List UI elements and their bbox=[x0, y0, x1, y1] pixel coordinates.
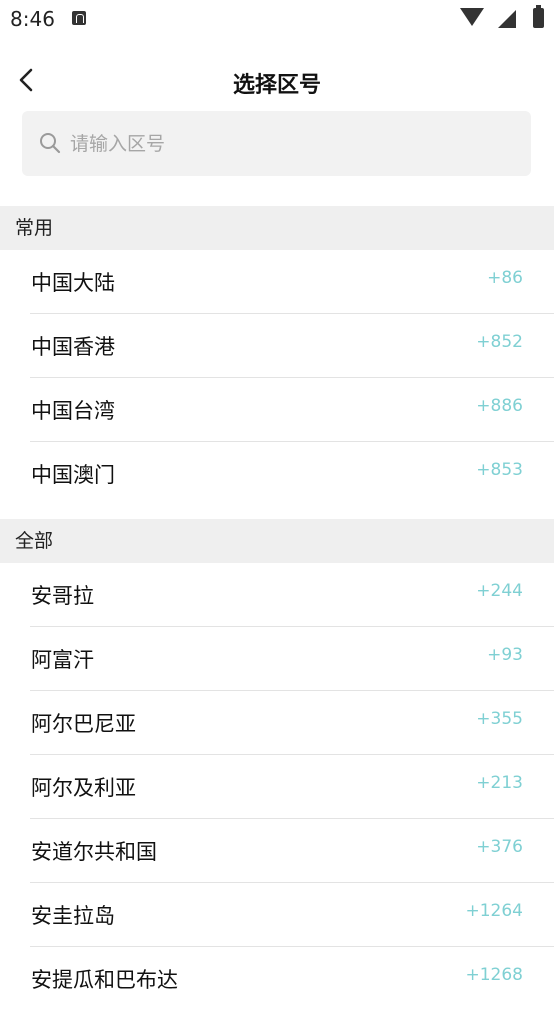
header: 选择区号 bbox=[0, 50, 554, 110]
section-header-common: 常用 bbox=[0, 206, 554, 250]
search-icon bbox=[40, 133, 61, 154]
status-bar: 8:46 bbox=[0, 0, 554, 40]
status-time: 8:46 bbox=[10, 7, 55, 31]
country-name: 安道尔共和国 bbox=[31, 840, 157, 864]
list-item[interactable]: 中国大陆 +86 bbox=[30, 250, 554, 314]
country-code: +244 bbox=[476, 581, 523, 601]
list-item[interactable]: 中国香港 +852 bbox=[30, 314, 554, 378]
country-name: 阿尔巴尼亚 bbox=[31, 712, 136, 736]
signal-icon bbox=[498, 10, 516, 28]
country-code: +86 bbox=[487, 268, 523, 288]
country-name: 中国台湾 bbox=[31, 399, 115, 423]
country-name: 中国香港 bbox=[31, 335, 115, 359]
country-code: +1264 bbox=[465, 901, 523, 921]
country-code: +376 bbox=[476, 837, 523, 857]
search-bar[interactable] bbox=[22, 111, 531, 176]
list-item[interactable]: 安哥拉 +244 bbox=[30, 563, 554, 627]
list-item[interactable]: 阿尔巴尼亚 +355 bbox=[30, 691, 554, 755]
system-icons bbox=[444, 5, 544, 30]
country-name: 安哥拉 bbox=[31, 584, 94, 608]
country-name: 中国澳门 bbox=[31, 463, 115, 487]
all-list: 安哥拉 +244 阿富汗 +93 阿尔巴尼亚 +355 阿尔及利亚 +213 安… bbox=[0, 563, 554, 1010]
battery-icon bbox=[533, 5, 544, 28]
search-input[interactable] bbox=[70, 111, 510, 176]
country-code: +853 bbox=[476, 460, 523, 480]
country-code: +852 bbox=[476, 332, 523, 352]
list-item[interactable]: 阿富汗 +93 bbox=[30, 627, 554, 691]
country-name: 阿尔及利亚 bbox=[31, 776, 136, 800]
list-item[interactable]: 中国澳门 +853 bbox=[30, 442, 554, 505]
common-list: 中国大陆 +86 中国香港 +852 中国台湾 +886 中国澳门 +853 bbox=[0, 250, 554, 505]
list-item[interactable]: 安道尔共和国 +376 bbox=[30, 819, 554, 883]
country-code: +886 bbox=[476, 396, 523, 416]
list-item[interactable]: 安提瓜和巴布达 +1268 bbox=[30, 947, 554, 1010]
page-title: 选择区号 bbox=[232, 73, 321, 98]
section-header-all: 全部 bbox=[0, 519, 554, 563]
country-name: 中国大陆 bbox=[31, 271, 115, 295]
country-name: 安圭拉岛 bbox=[31, 904, 115, 928]
country-code: +213 bbox=[476, 773, 523, 793]
list-item[interactable]: 阿尔及利亚 +213 bbox=[30, 755, 554, 819]
country-name: 安提瓜和巴布达 bbox=[31, 968, 178, 992]
wifi-icon bbox=[460, 8, 484, 26]
notification-icon bbox=[72, 11, 86, 25]
list-item[interactable]: 中国台湾 +886 bbox=[30, 378, 554, 442]
country-name: 阿富汗 bbox=[31, 648, 94, 672]
list-item[interactable]: 安圭拉岛 +1264 bbox=[30, 883, 554, 947]
country-code: +1268 bbox=[465, 965, 523, 985]
country-code: +93 bbox=[487, 645, 523, 665]
country-code: +355 bbox=[476, 709, 523, 729]
